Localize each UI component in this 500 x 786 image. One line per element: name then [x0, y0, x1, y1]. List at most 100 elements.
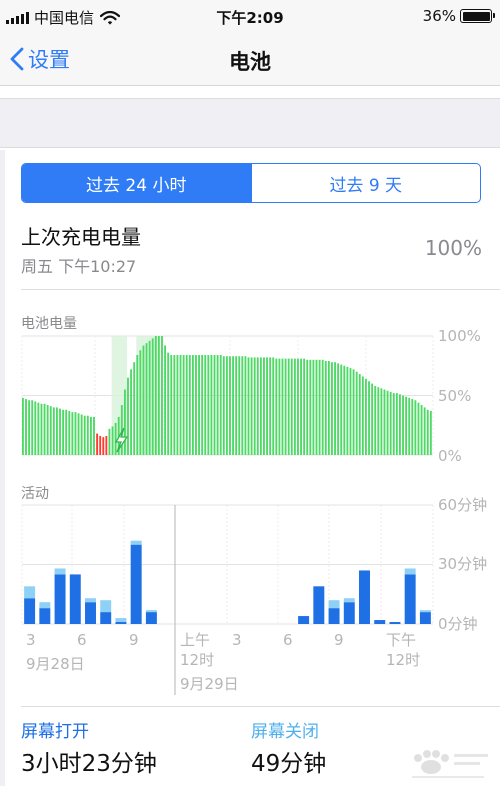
status-right: 36% [422, 7, 495, 25]
battery-bar [429, 410, 432, 455]
screen-on-bar [39, 608, 51, 624]
battery-bar [170, 355, 173, 455]
battery-y-tick: 50% [438, 387, 471, 405]
battery-bar [327, 360, 330, 455]
screen-on-bar [298, 616, 310, 624]
screen-on-bar [404, 574, 416, 624]
battery-bar [185, 355, 188, 455]
baidu-jingyan-watermark [412, 750, 488, 778]
battery-bar [59, 408, 61, 455]
battery-bar [102, 437, 105, 455]
screen-on-bar [85, 602, 96, 624]
battery-bar [216, 355, 219, 455]
battery-bar [225, 356, 228, 455]
battery-bar [204, 355, 207, 455]
battery-icon [460, 9, 495, 23]
battery-bar [105, 435, 108, 455]
activity-x-tick: 12时 [180, 651, 214, 669]
battery-bar [374, 385, 377, 455]
battery-bar [315, 359, 318, 455]
battery-y-tick: 0% [438, 447, 462, 465]
screen-on-bar [328, 608, 340, 624]
battery-bar [83, 415, 86, 455]
battery-bar [111, 426, 114, 455]
screen-on-bar [100, 612, 112, 624]
screen-off-bar [328, 600, 340, 609]
battery-bar [213, 355, 216, 455]
battery-bar [108, 428, 111, 455]
screen-off-bar [419, 610, 431, 613]
screen-off-bar [85, 598, 96, 603]
battery-bar [247, 357, 250, 455]
battery-bar [290, 358, 293, 455]
battery-bar [93, 416, 95, 455]
screen-off-label: 屏幕关闭 [251, 722, 319, 742]
screen-off-value: 49分钟 [251, 751, 327, 777]
activity-y-tick: 30分钟 [438, 555, 487, 573]
battery-bar [133, 362, 136, 455]
battery-bar [145, 343, 148, 455]
battery-bar [349, 368, 352, 455]
battery-bar [306, 359, 309, 455]
battery-bar [114, 422, 117, 455]
battery-bar [151, 338, 154, 455]
activity-x-tick: 上午 [180, 631, 210, 649]
battery-bar [195, 355, 197, 455]
battery-bar [80, 414, 83, 455]
activity-y-tick: 60分钟 [438, 496, 487, 514]
screen-off-bar [100, 600, 112, 613]
battery-bar [300, 358, 302, 455]
screen-off-bar [145, 610, 157, 613]
battery-bar [250, 357, 253, 455]
screen-off-bar [54, 568, 66, 575]
screen-on-bar [343, 602, 355, 624]
battery-bar [399, 394, 401, 455]
battery-bar [420, 405, 423, 455]
battery-bar [232, 356, 234, 455]
battery-bar [253, 357, 256, 455]
battery-bar [293, 358, 296, 455]
battery-bar [402, 395, 404, 455]
battery-bar [377, 387, 380, 455]
battery-percent: 36% [422, 7, 456, 25]
battery-bar [71, 412, 74, 455]
activity-date-label: 9月29日 [180, 675, 239, 693]
section-header-spacer [0, 98, 500, 148]
screen-off-bar [24, 586, 36, 599]
battery-bar [222, 356, 225, 455]
activity-y-tick: 0分钟 [438, 615, 478, 633]
battery-bar [167, 352, 170, 455]
battery-bar [62, 409, 65, 455]
battery-bar [37, 402, 40, 455]
battery-bar [426, 409, 429, 455]
battery-bar [284, 358, 287, 455]
battery-bar [188, 355, 191, 455]
screen-on-bar [115, 622, 127, 624]
battery-bar [198, 355, 200, 455]
time-range-segmented-control: 过去 24 小时 过去 9 天 [21, 163, 481, 203]
segment-last-24-hours[interactable]: 过去 24 小时 [22, 164, 251, 202]
battery-bar [139, 350, 142, 455]
screen-on-bar [54, 574, 66, 624]
battery-bar [269, 357, 272, 455]
battery-bar [157, 336, 160, 455]
battery-bar [334, 362, 336, 455]
battery-bar [297, 358, 299, 455]
battery-bar [318, 359, 321, 455]
activity-x-tick: 9 [129, 631, 139, 649]
battery-bar [266, 357, 268, 455]
segment-last-9-days[interactable]: 过去 9 天 [250, 164, 481, 202]
battery-bar [49, 406, 52, 455]
battery-bar [392, 393, 395, 455]
battery-bar [324, 360, 327, 455]
screen-on-bar [145, 612, 157, 624]
battery-bar [337, 363, 340, 455]
battery-bar [395, 393, 398, 455]
battery-bar [383, 389, 386, 455]
battery-bar [414, 400, 417, 455]
battery-bar [55, 407, 58, 455]
status-bar: 中国电信 下午2:09 36% [0, 0, 500, 34]
battery-bar [65, 409, 68, 455]
screen-off-bar [343, 598, 355, 603]
battery-bar [219, 355, 222, 455]
